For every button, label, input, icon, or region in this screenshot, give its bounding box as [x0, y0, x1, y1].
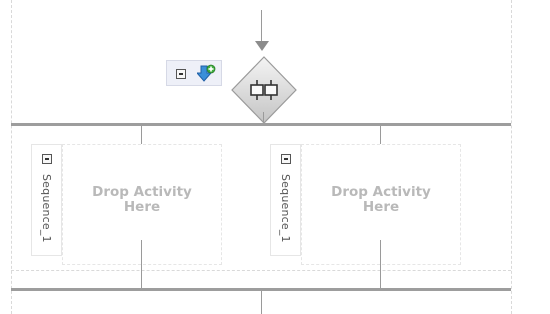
branch-sequence: Sequence_1 Drop Activity Here	[31, 144, 222, 265]
collapse-icon[interactable]	[176, 69, 186, 79]
drop-activity-zone[interactable]: Drop Activity Here	[301, 144, 461, 265]
branch-connector-bottom	[380, 240, 381, 288]
parallel-split-bar	[11, 123, 511, 126]
outgoing-connector	[261, 291, 262, 314]
branch-sequence: Sequence_1 Drop Activity Here	[270, 144, 461, 265]
frame-left-border	[11, 0, 12, 314]
sequence-header: Sequence_1	[31, 144, 62, 256]
drop-activity-zone[interactable]: Drop Activity Here	[62, 144, 222, 265]
collapse-icon[interactable]	[281, 154, 291, 164]
gateway-output-connector	[263, 112, 264, 123]
parallel-split-gateway-icon[interactable]	[229, 55, 299, 125]
incoming-connector	[261, 10, 262, 44]
collapse-icon[interactable]	[42, 154, 52, 164]
gateway-toolbar	[166, 60, 222, 86]
sequence-label: Sequence_1	[279, 174, 292, 243]
arrow-down-icon	[255, 41, 269, 51]
drop-activity-text: Drop Activity Here	[331, 184, 431, 215]
add-branch-icon[interactable]	[197, 64, 217, 84]
sequence-header: Sequence_1	[270, 144, 301, 256]
branch-connector-bottom	[141, 240, 142, 288]
drop-activity-text: Drop Activity Here	[92, 184, 192, 215]
sequence-label: Sequence_1	[40, 174, 53, 243]
frame-lower-divider	[11, 270, 511, 271]
frame-right-border	[511, 0, 512, 314]
